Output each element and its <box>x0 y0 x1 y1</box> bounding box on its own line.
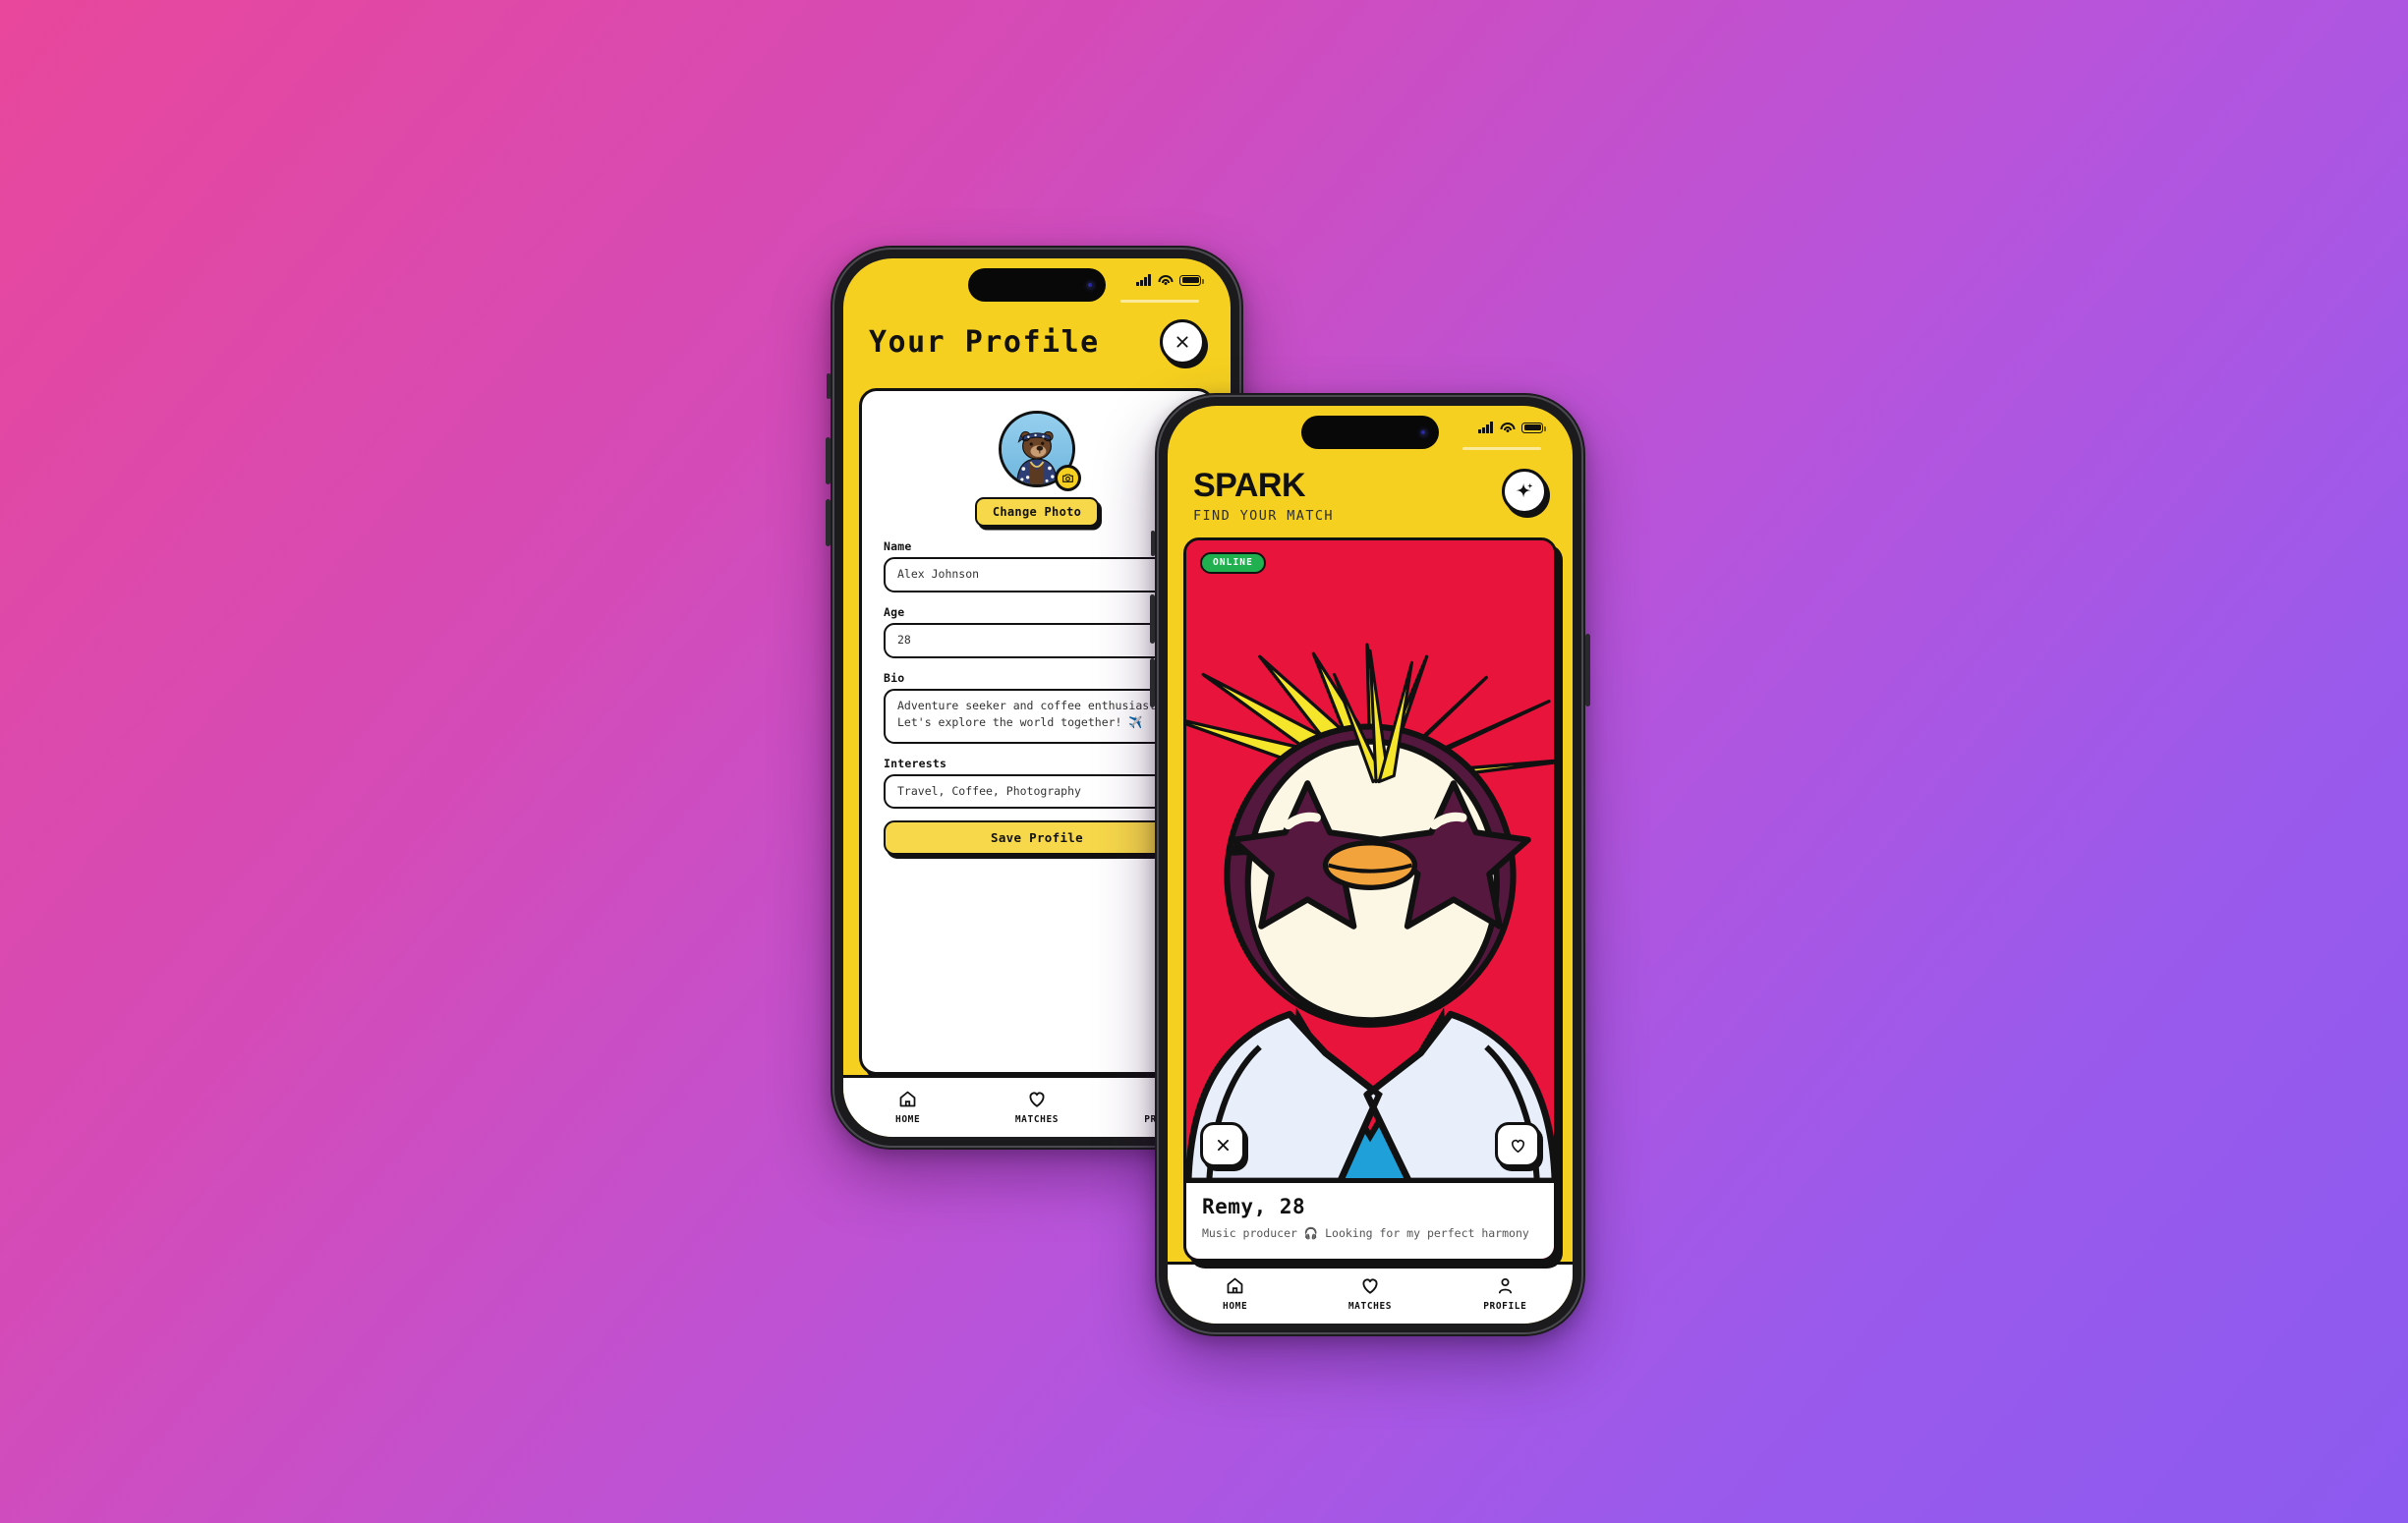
pass-button[interactable] <box>1200 1122 1245 1168</box>
home-icon <box>1227 1277 1243 1293</box>
interests-field-label: Interests <box>884 756 947 770</box>
app-title: SPARK <box>1193 467 1305 504</box>
battery-icon <box>1179 274 1204 286</box>
battery-icon <box>1521 422 1546 433</box>
close-icon <box>1217 1139 1229 1151</box>
tab-home[interactable]: HOME <box>843 1089 972 1125</box>
heart-icon <box>1029 1092 1045 1107</box>
mute-switch[interactable] <box>1151 531 1155 556</box>
page-title: Your Profile <box>869 324 1100 360</box>
tab-home-label: HOME <box>895 1113 921 1125</box>
power-button[interactable] <box>1585 634 1590 706</box>
heart-icon <box>1511 1139 1524 1153</box>
volume-up-button[interactable] <box>1150 594 1155 644</box>
tab-matches[interactable]: MATCHES <box>972 1088 1101 1125</box>
age-field-label: Age <box>884 604 905 619</box>
match-name: Remy, 28 <box>1202 1195 1306 1219</box>
cellular-bars-icon <box>1136 274 1151 286</box>
interests-input[interactable]: Travel, Coffee, Photography <box>884 773 1190 810</box>
tab-profile-label: PROFILE <box>1483 1300 1527 1312</box>
wifi-icon <box>1158 274 1173 286</box>
volume-down-button[interactable] <box>826 499 831 546</box>
tab-home-label: HOME <box>1223 1300 1248 1312</box>
tab-matches-label: MATCHES <box>1014 1114 1060 1125</box>
dynamic-island <box>968 268 1106 302</box>
match-photo: ONLINE <box>1186 540 1554 1182</box>
save-profile-button[interactable]: Save Profile <box>884 820 1190 856</box>
bio-textarea[interactable]: Adventure seeker and coffee enthusiast. … <box>884 688 1190 744</box>
cellular-bars-icon <box>1478 422 1493 433</box>
like-button[interactable] <box>1495 1122 1540 1168</box>
front-camera-icon <box>1084 278 1097 292</box>
camera-icon <box>1062 474 1073 482</box>
avatar-section: Change Photo <box>884 411 1190 527</box>
screen-spark: SPARK FIND YOUR MATCH ONLINE Remy, 28 Mu… <box>1168 406 1573 1324</box>
status-bar <box>1168 406 1573 461</box>
volume-down-button[interactable] <box>1150 658 1155 707</box>
bottom-tab-bar: HOME MATCHES PROFILE <box>1168 1262 1573 1324</box>
app-header: SPARK FIND YOUR MATCH <box>1168 461 1573 536</box>
penguin-rockstar-icon <box>1186 540 1554 1182</box>
status-underline <box>1462 447 1541 450</box>
tab-profile[interactable]: PROFILE <box>1438 1275 1573 1312</box>
sparkle-icon <box>1516 482 1533 498</box>
person-icon <box>1498 1277 1512 1293</box>
wifi-icon <box>1500 422 1515 433</box>
name-input[interactable]: Alex Johnson <box>884 557 1190 592</box>
bio-field-label: Bio <box>884 670 905 685</box>
phone-device-spark: SPARK FIND YOUR MATCH ONLINE Remy, 28 Mu… <box>1150 393 1590 1336</box>
match-bio: Music producer 🎧 Looking for my perfect … <box>1202 1226 1529 1241</box>
tab-matches-label: MATCHES <box>1347 1301 1393 1312</box>
change-photo-button[interactable]: Change Photo <box>974 497 1100 527</box>
heart-icon <box>1362 1278 1378 1294</box>
name-field-label: Name <box>884 539 912 553</box>
tab-home[interactable]: HOME <box>1168 1275 1302 1312</box>
dynamic-island <box>1301 416 1439 449</box>
front-camera-icon <box>1417 425 1430 439</box>
status-underline <box>1120 300 1199 303</box>
match-info: Remy, 28 Music producer 🎧 Looking for my… <box>1186 1181 1554 1259</box>
match-card[interactable]: ONLINE Remy, 28 Music producer 🎧 Looking… <box>1183 537 1557 1262</box>
age-input[interactable]: 28 <box>884 622 1190 658</box>
status-bar <box>843 258 1231 313</box>
app-subtitle: FIND YOUR MATCH <box>1193 508 1334 524</box>
profile-header: Your Profile <box>843 313 1231 378</box>
status-badge: ONLINE <box>1200 552 1266 574</box>
close-button[interactable] <box>1160 319 1205 365</box>
tab-matches[interactable]: MATCHES <box>1302 1274 1437 1312</box>
mute-switch[interactable] <box>827 373 831 399</box>
close-icon <box>1176 336 1188 348</box>
sparkle-button[interactable] <box>1502 469 1547 514</box>
volume-up-button[interactable] <box>826 437 831 484</box>
home-icon <box>899 1091 916 1106</box>
change-photo-camera-button[interactable] <box>1055 465 1081 491</box>
